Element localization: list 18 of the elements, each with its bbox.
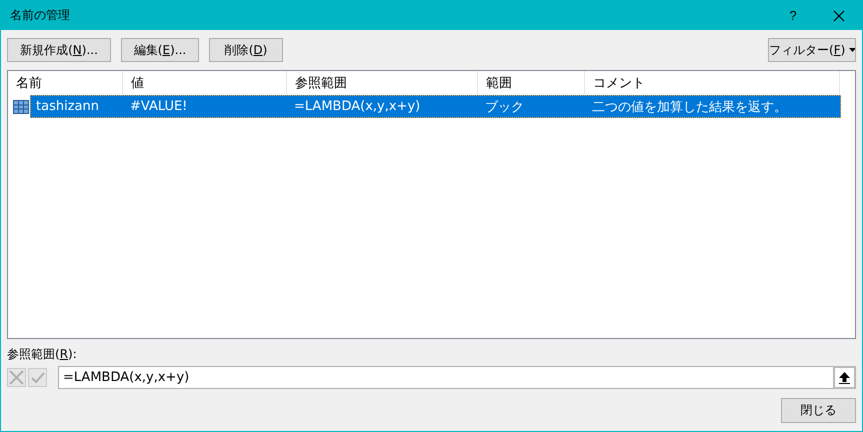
toolbar-button[interactable]: 削除(D): [209, 38, 283, 62]
name-row[interactable]: tashizann #VALUE! =LAMBDA(x,y,x+y) ブック 二つの値を加算した結果を返す。: [30, 95, 841, 118]
close-button[interactable]: 閉じる: [781, 398, 856, 423]
column-header[interactable]: 名前: [8, 71, 123, 94]
column-header[interactable]: 範囲: [478, 71, 585, 94]
column-header[interactable]: 値: [123, 71, 287, 94]
help-button[interactable]: ?: [770, 1, 816, 30]
refers-to-label: 参照範囲(R):: [7, 346, 78, 362]
window-title: 名前の管理: [10, 7, 71, 24]
filter-button[interactable]: フィルター(F): [768, 38, 856, 62]
table-icon: [13, 100, 29, 114]
column-header[interactable]: コメント: [585, 71, 840, 94]
caret-icon: [849, 48, 855, 52]
toolbar-button[interactable]: 編集(E)...: [121, 38, 199, 62]
column-header[interactable]: 参照範囲: [287, 71, 478, 94]
refers-to-field[interactable]: =LAMBDA(x,y,x+y): [58, 366, 833, 389]
collapse-icon[interactable]: [833, 366, 856, 389]
toolbar-button[interactable]: 新規作成(N)...: [7, 38, 111, 62]
